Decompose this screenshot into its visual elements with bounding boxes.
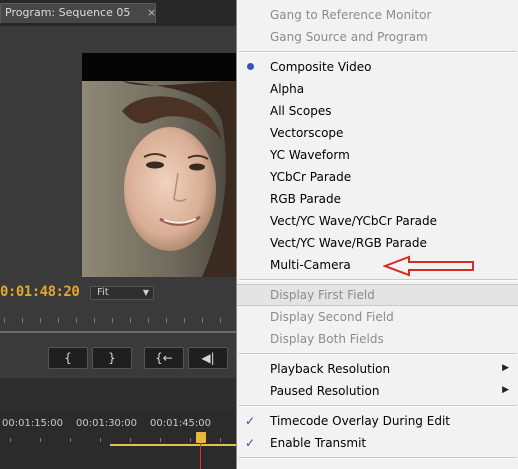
menu-item-enable-transmit[interactable]: ✓ Enable Transmit xyxy=(237,432,518,454)
transport-controls: { } {← ◀| xyxy=(0,347,236,373)
menu-separator xyxy=(239,457,517,459)
menu-item-label: Vectorscope xyxy=(270,126,344,140)
menu-item-label: Alpha xyxy=(270,82,305,96)
menu-item-label: Multi-Camera xyxy=(270,258,351,272)
tab-program-sequence[interactable]: Program: Sequence 05 × xyxy=(0,3,156,23)
timeline-tick xyxy=(160,438,161,442)
timecode-display[interactable]: 0:01:48:20 xyxy=(0,284,80,300)
video-still-image xyxy=(82,81,236,277)
monitor-time-ruler[interactable] xyxy=(0,318,236,340)
mark-in-button[interactable]: { xyxy=(48,347,88,369)
menu-item-rgb-parade[interactable]: RGB Parade xyxy=(237,188,518,210)
step-back-button[interactable]: ◀| xyxy=(188,347,228,369)
menu-item-vectorscope[interactable]: Vectorscope xyxy=(237,122,518,144)
ruler-tick xyxy=(22,318,23,323)
menu-item-label: Timecode Overlay During Edit xyxy=(270,414,450,428)
menu-item-label: All Scopes xyxy=(270,104,332,118)
menu-item-display-second-field[interactable]: Display Second Field xyxy=(237,306,518,328)
video-viewer xyxy=(0,26,236,282)
ruler-tick xyxy=(184,318,185,323)
panel-tab-bar: Program: Sequence 05 × xyxy=(0,0,236,27)
timeline-time-ruler[interactable]: 00:01:15:00 00:01:30:00 00:01:45:00 xyxy=(0,410,236,469)
menu-item-paused-resolution[interactable]: Paused Resolution ▶ xyxy=(237,380,518,402)
menu-item-display-first-field[interactable]: Display First Field xyxy=(237,284,518,306)
monitor-context-menu: Gang to Reference Monitor Gang Source an… xyxy=(236,0,518,469)
checkmark-icon: ✓ xyxy=(245,436,256,450)
tab-label: Program: Sequence 05 xyxy=(5,6,131,19)
menu-item-yc-waveform[interactable]: YC Waveform xyxy=(237,144,518,166)
timeline-tick-label: 00:01:15:00 xyxy=(2,418,64,429)
ruler-tick xyxy=(220,318,221,323)
ruler-tick xyxy=(166,318,167,323)
program-monitor-panel: Program: Sequence 05 × 0:01:48:20 Fit ▼ … xyxy=(0,0,236,469)
ruler-tick xyxy=(112,318,113,323)
menu-item-label: Display Second Field xyxy=(270,310,394,324)
ruler-tick xyxy=(130,318,131,323)
menu-item-label: Vect/YC Wave/RGB Parade xyxy=(270,236,427,250)
ruler-tick xyxy=(202,318,203,323)
menu-item-label: Vect/YC Wave/YCbCr Parade xyxy=(270,214,437,228)
menu-item-vect-yc-rgb-parade[interactable]: Vect/YC Wave/RGB Parade xyxy=(237,232,518,254)
submenu-arrow-icon: ▶ xyxy=(502,385,509,395)
menu-separator xyxy=(239,279,517,281)
timeline-tick xyxy=(220,438,221,442)
menu-item-gang-reference-monitor[interactable]: Gang to Reference Monitor xyxy=(237,4,518,26)
ruler-tick xyxy=(76,318,77,323)
radio-selected-icon xyxy=(247,63,254,70)
timeline-tick xyxy=(190,438,191,442)
menu-item-multi-camera[interactable]: Multi-Camera xyxy=(237,254,518,276)
timeline-tick xyxy=(10,438,11,442)
checkmark-icon: ✓ xyxy=(245,414,256,428)
menu-item-all-scopes[interactable]: All Scopes xyxy=(237,100,518,122)
menu-item-label: Composite Video xyxy=(270,60,372,74)
annotation-arrow-icon xyxy=(383,255,474,277)
ruler-tick xyxy=(58,318,59,323)
menu-item-gang-source-program[interactable]: Gang Source and Program xyxy=(237,26,518,48)
menu-item-label: Gang Source and Program xyxy=(270,30,428,44)
menu-item-label: Gang to Reference Monitor xyxy=(270,8,432,22)
playhead-line xyxy=(200,443,201,469)
menu-item-label: Display First Field xyxy=(270,288,375,302)
submenu-arrow-icon: ▶ xyxy=(502,363,509,373)
menu-item-label: Paused Resolution xyxy=(270,384,380,398)
menu-item-label: Playback Resolution xyxy=(270,362,391,376)
zoom-level-select[interactable]: Fit ▼ xyxy=(90,286,154,300)
menu-item-vect-yc-ycbcr-parade[interactable]: Vect/YC Wave/YCbCr Parade xyxy=(237,210,518,232)
close-icon[interactable]: × xyxy=(147,7,156,19)
chevron-down-icon: ▼ xyxy=(142,288,149,297)
menu-item-label: Enable Transmit xyxy=(270,436,367,450)
menu-separator xyxy=(239,405,517,407)
timeline-tick-label: 00:01:45:00 xyxy=(150,418,212,429)
menu-item-label: Display Both Fields xyxy=(270,332,384,346)
playhead-handle[interactable] xyxy=(196,432,206,443)
timeline-tick xyxy=(70,438,71,442)
mark-out-button[interactable]: } xyxy=(92,347,132,369)
go-to-in-button[interactable]: {← xyxy=(144,347,184,369)
timeline-tick xyxy=(40,438,41,442)
ruler-track xyxy=(0,331,236,333)
menu-separator xyxy=(239,51,517,53)
timeline-tick xyxy=(130,438,131,442)
menu-item-label: YCbCr Parade xyxy=(270,170,352,184)
work-area-bar[interactable] xyxy=(110,444,236,446)
timeline-header xyxy=(0,378,236,410)
menu-item-label: RGB Parade xyxy=(270,192,342,206)
ruler-tick xyxy=(40,318,41,323)
timeline-tick xyxy=(100,438,101,442)
menu-item-playback-resolution[interactable]: Playback Resolution ▶ xyxy=(237,358,518,380)
ruler-tick xyxy=(4,318,5,323)
zoom-level-value: Fit xyxy=(97,287,109,298)
ruler-tick xyxy=(94,318,95,323)
menu-item-timecode-overlay[interactable]: ✓ Timecode Overlay During Edit xyxy=(237,410,518,432)
menu-item-ycbcr-parade[interactable]: YCbCr Parade xyxy=(237,166,518,188)
timeline-tick-label: 00:01:30:00 xyxy=(76,418,138,429)
ruler-tick xyxy=(148,318,149,323)
program-video-frame xyxy=(82,53,236,277)
menu-item-display-both-fields[interactable]: Display Both Fields xyxy=(237,328,518,350)
menu-item-alpha[interactable]: Alpha xyxy=(237,78,518,100)
menu-separator xyxy=(239,353,517,355)
menu-item-composite-video[interactable]: Composite Video xyxy=(237,56,518,78)
menu-item-label: YC Waveform xyxy=(270,148,350,162)
portrait-image xyxy=(82,81,236,277)
